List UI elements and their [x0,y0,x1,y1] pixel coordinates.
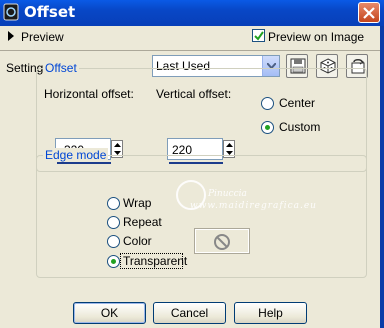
title-bar[interactable]: Offset [0,0,384,26]
window-title: Offset [24,3,76,21]
edge-mode-group-title: Edge mode [43,148,109,162]
arrow-up-icon[interactable] [226,143,233,147]
no-color-icon [214,234,230,250]
preview-toggle-label[interactable]: Preview [21,30,64,44]
preview-on-image-label[interactable]: Preview on Image [268,30,364,44]
offset-group-title: Offset [43,61,79,75]
close-icon [363,7,375,19]
help-button[interactable]: Help [234,302,307,324]
ok-button[interactable]: OK [73,302,146,324]
transparent-radio[interactable] [107,255,120,268]
center-radio[interactable] [261,97,274,110]
expand-arrow-icon[interactable] [8,31,14,41]
preview-row: Preview Preview on Image [0,26,384,48]
color-radio[interactable] [107,235,120,248]
preview-on-image-checkbox[interactable] [252,29,265,42]
repeat-radio[interactable] [107,216,120,229]
center-radio-label[interactable]: Center [279,96,315,110]
transparent-radio-label[interactable]: Transparent [123,254,187,268]
wrap-radio-label[interactable]: Wrap [123,196,151,210]
offset-dialog: Offset Preview Preview on Image Settings [0,0,384,328]
app-icon [3,3,19,21]
window-border-right [380,26,384,328]
watermark-url: www.maidiregrafica.eu [190,201,317,211]
color-radio-label[interactable]: Color [123,234,152,248]
cancel-button[interactable]: Cancel [153,302,226,324]
custom-radio-label[interactable]: Custom [279,120,320,134]
wrap-radio[interactable] [107,197,120,210]
watermark-name: Pinuccia [208,189,247,199]
close-button[interactable] [358,2,380,23]
custom-radio[interactable] [261,121,274,134]
vertical-offset-label: Vertical offset: [156,87,232,101]
repeat-radio-label[interactable]: Repeat [123,215,162,229]
arrow-up-icon[interactable] [114,143,121,147]
checkmark-icon [254,31,264,41]
edge-mode-group: Edge mode [36,148,367,278]
edge-color-swatch[interactable] [194,228,250,254]
horizontal-offset-label: Horizontal offset: [44,87,134,101]
